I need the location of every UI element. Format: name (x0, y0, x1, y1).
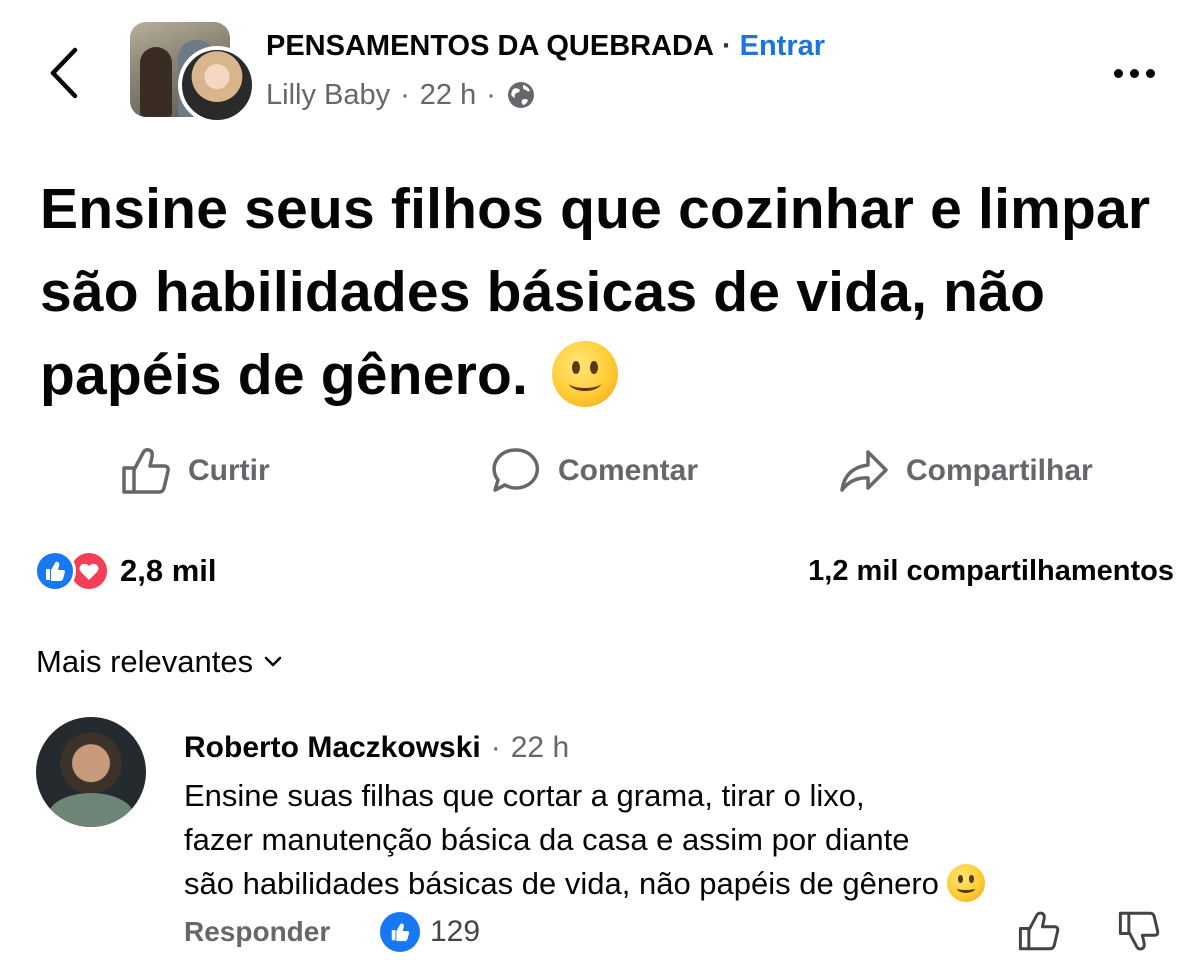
share-arrow-icon (840, 450, 888, 492)
comment-line: Ensine suas filhas que cortar a grama, t… (184, 778, 865, 813)
smiling-face-emoji (946, 863, 985, 902)
comment-line-text: são habilidades básicas de vida, não pap… (184, 866, 939, 901)
commenter-name[interactable]: Roberto Maczkowski (184, 731, 481, 765)
post-page: PENSAMENTOS DA QUEBRADA · Entrar Lilly B… (0, 0, 1200, 960)
smiling-face-emoji (552, 340, 619, 407)
separator-dot: · (486, 78, 496, 111)
separator-dot: · (400, 78, 410, 111)
reply-button[interactable]: Responder (184, 910, 330, 954)
author-avatar[interactable] (178, 46, 256, 124)
downvote-button[interactable] (1114, 906, 1164, 956)
comment-line: fazer manutenção básica da casa e assim … (184, 822, 910, 857)
thumbs-up-icon (122, 448, 170, 494)
comment-button[interactable]: Comentar (490, 440, 698, 502)
author-name[interactable]: Lilly Baby (266, 79, 390, 112)
comment-footer: Responder 129 (184, 910, 1164, 954)
sort-label: Mais relevantes (36, 644, 254, 679)
comment-label: Comentar (558, 454, 699, 487)
separator-dot: · (721, 29, 732, 62)
like-button[interactable]: Curtir (120, 440, 270, 502)
thumbs-up-outline-icon (1018, 911, 1060, 951)
comment-text: Ensine suas filhas que cortar a grama, t… (184, 774, 1104, 906)
comment-line-last: são habilidades básicas de vida, não pap… (184, 862, 1104, 906)
group-name[interactable]: PENSAMENTOS DA QUEBRADA (266, 30, 714, 63)
back-button[interactable] (36, 38, 92, 108)
comment-header: Roberto Maczkowski · 22 h (184, 726, 569, 770)
reactions-count: 2,8 mil (120, 553, 217, 588)
comment-time[interactable]: 22 h (511, 731, 569, 765)
post-text: Ensine seus filhos que cozinhar e limpar… (40, 168, 1160, 417)
separator-dot: · (490, 731, 501, 764)
group-avatar[interactable] (130, 22, 256, 124)
chevron-down-icon (264, 656, 282, 667)
comment-likes-count: 129 (430, 915, 481, 948)
commenter-avatar[interactable] (36, 717, 146, 827)
group-header: PENSAMENTOS DA QUEBRADA · Entrar (266, 28, 825, 64)
join-group-link[interactable]: Entrar (740, 30, 825, 63)
chevron-left-icon (50, 47, 78, 99)
like-label: Curtir (188, 454, 270, 487)
post-stats: 2,8 mil 1,2 mil compartilhamentos (34, 548, 1174, 594)
upvote-button[interactable] (1014, 906, 1064, 956)
like-reaction-icon (380, 912, 420, 952)
post-actions-bar: Curtir Comentar Compartilhar (0, 440, 1200, 502)
like-reaction-icon (34, 550, 76, 592)
post-time[interactable]: 22 h (420, 79, 476, 112)
reactions-summary[interactable]: 2,8 mil (34, 548, 217, 594)
more-options-button[interactable] (1104, 58, 1164, 88)
share-button[interactable]: Compartilhar (838, 440, 1093, 502)
comment-sort-dropdown[interactable]: Mais relevantes (36, 640, 283, 684)
thumbs-down-outline-icon (1118, 911, 1160, 951)
globe-icon (507, 82, 534, 108)
speech-bubble-icon (492, 448, 540, 492)
shares-count[interactable]: 1,2 mil compartilhamentos (808, 548, 1174, 594)
share-label: Compartilhar (906, 454, 1093, 487)
comment-likes[interactable]: 129 (380, 910, 480, 954)
post-meta: Lilly Baby · 22 h · (266, 76, 536, 114)
